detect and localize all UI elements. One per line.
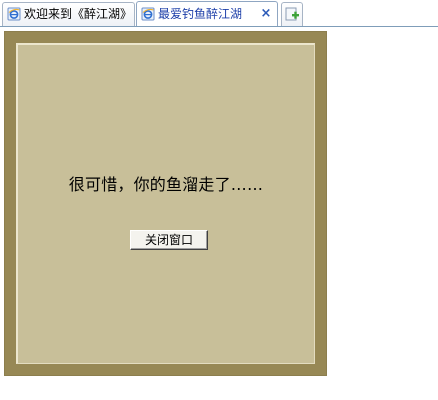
fish-escaped-message: 很可惜，你的鱼溜走了…… [68,175,264,194]
tab-fishing-label: 最爱钓鱼醉江湖 [158,7,243,21]
result-dialog-panel: 很可惜，你的鱼溜走了…… 关闭窗口 [16,43,315,364]
tab-welcome[interactable]: 欢迎来到《醉江湖》 [2,2,135,26]
tab-welcome-label: 欢迎来到《醉江湖》 [24,7,133,21]
ie-page-icon [141,7,155,21]
close-tab-icon[interactable]: × [260,7,272,21]
new-tab-plus-icon [285,7,299,21]
new-tab-button[interactable] [281,2,303,26]
ie-page-icon [7,7,21,21]
tab-strip: 欢迎来到《醉江湖》 最爱钓鱼醉江湖 × [0,0,438,28]
tab-fishing[interactable]: 最爱钓鱼醉江湖 × [136,1,278,27]
result-dialog-frame: 很可惜，你的鱼溜走了…… 关闭窗口 [4,31,327,376]
close-window-button[interactable]: 关闭窗口 [130,230,208,250]
tab-strip-divider [0,26,438,27]
